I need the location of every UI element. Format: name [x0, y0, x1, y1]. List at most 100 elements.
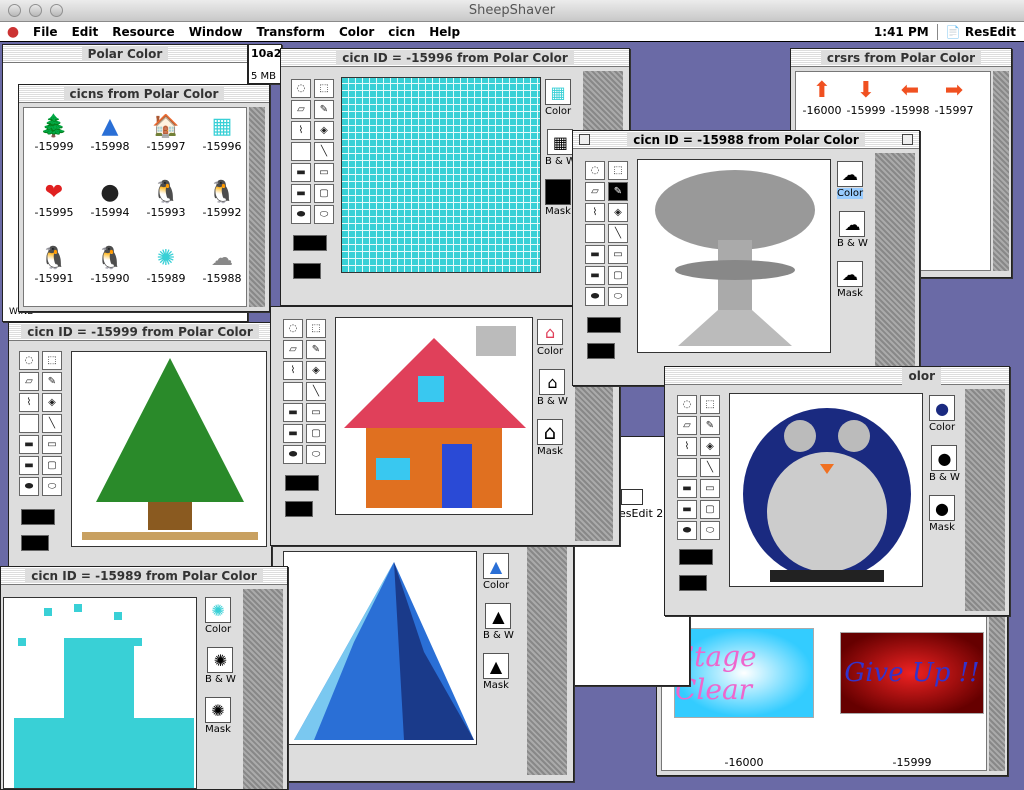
lasso-tool-icon[interactable]: ◌ [677, 395, 697, 414]
cicn-item[interactable]: ▲ -15998 [84, 114, 136, 153]
mask-view[interactable]: ✺ Mask [205, 697, 231, 735]
menu-help[interactable]: Help [422, 25, 467, 39]
cicn-15988-window[interactable]: cicn ID = -15988 from Polar Color ◌ ⬚ ▱ ✎ … [572, 130, 920, 386]
marquee-tool-icon[interactable]: ⬚ [608, 161, 628, 180]
filled-roundrect-tool-icon[interactable]: ▬ [585, 266, 605, 285]
rect-tool-icon[interactable]: ▭ [306, 403, 326, 422]
splash-canvas[interactable] [3, 597, 197, 789]
pattern-swatch[interactable] [587, 317, 621, 333]
window-controls[interactable] [8, 4, 63, 17]
line-tool-icon[interactable]: ╲ [42, 414, 62, 433]
lasso-tool-icon[interactable]: ◌ [283, 319, 303, 338]
pict-window[interactable]: Stage Clear -16000 Give Up !! -15999 [656, 590, 1008, 776]
cursor-item[interactable]: ➡ -15997 [932, 78, 976, 117]
line-tool-icon[interactable]: ╲ [700, 458, 720, 477]
eraser-tool-icon[interactable]: ▱ [19, 372, 39, 391]
lasso-tool-icon[interactable]: ◌ [585, 161, 605, 180]
bw-view[interactable]: ▲ B & W [483, 603, 514, 641]
pattern-swatch[interactable] [293, 235, 327, 251]
foreground-color[interactable] [679, 575, 707, 591]
mask-view[interactable]: ● Mask [929, 495, 955, 533]
bucket-tool-icon[interactable]: ◈ [306, 361, 326, 380]
clock[interactable]: 1:41 PM [874, 25, 929, 39]
filled-rect-tool-icon[interactable]: ▬ [291, 163, 311, 182]
menu-color[interactable]: Color [332, 25, 381, 39]
cicns-window[interactable]: cicns from Polar Color 🌲 -15999 ▲ -15998 🏠… [18, 84, 270, 312]
filled-rect-tool-icon[interactable]: ▬ [585, 245, 605, 264]
color-view[interactable]: ✺ Color [205, 597, 231, 635]
house-canvas[interactable] [335, 317, 533, 515]
bucket-tool-icon[interactable]: ◈ [314, 121, 334, 140]
rect-tool-icon[interactable]: ▭ [608, 245, 628, 264]
pict-give-up[interactable]: Give Up !! [840, 632, 984, 714]
foreground-color[interactable] [293, 263, 321, 279]
oval-tool-icon[interactable]: ⬭ [314, 205, 334, 224]
filled-roundrect-tool-icon[interactable]: ▬ [677, 500, 697, 519]
close-button[interactable] [8, 4, 21, 17]
filled-oval-tool-icon[interactable]: ⬬ [283, 445, 303, 464]
color-view[interactable]: ▲ Color [483, 553, 509, 591]
blank-tool[interactable] [19, 414, 39, 433]
mountain-canvas[interactable] [283, 551, 477, 745]
eraser-tool-icon[interactable]: ▱ [677, 416, 697, 435]
bucket-tool-icon[interactable]: ◈ [700, 437, 720, 456]
line-tool-icon[interactable]: ╲ [306, 382, 326, 401]
roundrect-tool-icon[interactable]: ▢ [608, 266, 628, 285]
eyedropper-tool-icon[interactable]: ⌇ [19, 393, 39, 412]
cicn-item[interactable]: ▦ -15996 [196, 114, 248, 153]
mushroom-canvas[interactable] [637, 159, 831, 353]
cicn-item[interactable]: 🐧 -15991 [28, 246, 80, 285]
eyedropper-tool-icon[interactable]: ⌇ [283, 361, 303, 380]
eraser-tool-icon[interactable]: ▱ [291, 100, 311, 119]
penguin-canvas[interactable] [729, 393, 923, 587]
marquee-tool-icon[interactable]: ⬚ [700, 395, 720, 414]
bw-view[interactable]: ⌂ B & W [537, 369, 568, 407]
pattern-swatch[interactable] [21, 509, 55, 525]
cicn-penguin-window[interactable]: olor ◌ ⬚ ▱ ✎ ⌇ ◈ ╲ ▬ ▭ ▬ ▢ ⬬ ⬭ ● Color ● B & W ●… [664, 366, 1010, 616]
foreground-color[interactable] [21, 535, 49, 551]
foreground-color[interactable] [587, 343, 615, 359]
filled-rect-tool-icon[interactable]: ▬ [19, 435, 39, 454]
menu-transform[interactable]: Transform [250, 25, 332, 39]
rect-tool-icon[interactable]: ▭ [42, 435, 62, 454]
mask-view[interactable]: ☁ Mask [837, 261, 863, 299]
bucket-tool-icon[interactable]: ◈ [42, 393, 62, 412]
color-view[interactable]: ⌂ Color [537, 319, 563, 357]
bw-view[interactable]: ✺ B & W [205, 647, 236, 685]
filled-rect-tool-icon[interactable]: ▬ [283, 403, 303, 422]
bw-view[interactable]: ● B & W [929, 445, 960, 483]
roundrect-tool-icon[interactable]: ▢ [700, 500, 720, 519]
eyedropper-tool-icon[interactable]: ⌇ [677, 437, 697, 456]
marquee-tool-icon[interactable]: ⬚ [314, 79, 334, 98]
cicn-item[interactable]: 🏠 -15997 [140, 114, 192, 153]
filled-oval-tool-icon[interactable]: ⬬ [19, 477, 39, 496]
cicn-item[interactable]: 🐧 -15992 [196, 180, 248, 219]
eraser-tool-icon[interactable]: ▱ [283, 340, 303, 359]
blank-tool[interactable] [283, 382, 303, 401]
scrollbar[interactable] [993, 71, 1009, 271]
zoom-button[interactable] [50, 4, 63, 17]
lasso-tool-icon[interactable]: ◌ [19, 351, 39, 370]
blank-tool[interactable] [291, 142, 311, 161]
cicn-item[interactable]: 🐧 -15990 [84, 246, 136, 285]
filled-roundrect-tool-icon[interactable]: ▬ [283, 424, 303, 443]
scrollbar[interactable] [989, 595, 1005, 771]
filled-oval-tool-icon[interactable]: ⬬ [677, 521, 697, 540]
color-view[interactable]: ● Color [929, 395, 955, 433]
cicn-item[interactable]: ❤ -15995 [28, 180, 80, 219]
bw-view[interactable]: ☁ B & W [837, 211, 868, 249]
cicn-15989-window[interactable]: cicn ID = -15989 from Polar Color ✺ Color… [0, 566, 288, 790]
cursor-item[interactable]: ⬆ -16000 [800, 78, 844, 117]
roundrect-tool-icon[interactable]: ▢ [306, 424, 326, 443]
cicn-item[interactable]: 🐧 -15993 [140, 180, 192, 219]
pattern-swatch[interactable] [679, 549, 713, 565]
lasso-tool-icon[interactable]: ◌ [291, 79, 311, 98]
line-tool-icon[interactable]: ╲ [608, 224, 628, 243]
pencil-tool-icon[interactable]: ✎ [608, 182, 628, 201]
rect-tool-icon[interactable]: ▭ [700, 479, 720, 498]
zoom-box[interactable] [902, 134, 913, 145]
pict-stage-clear[interactable]: Stage Clear [674, 628, 814, 718]
oval-tool-icon[interactable]: ⬭ [306, 445, 326, 464]
mask-view[interactable]: ⌂ Mask [537, 419, 563, 457]
cicn-item[interactable]: ☁ -15988 [196, 246, 248, 285]
